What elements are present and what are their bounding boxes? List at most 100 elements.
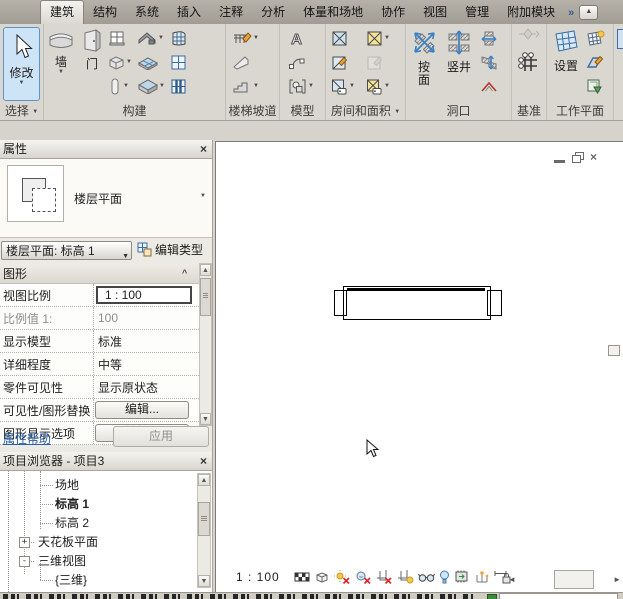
reveal-hidden-icon[interactable]: [439, 570, 450, 584]
type-selector[interactable]: 楼层平面 ▼: [0, 159, 212, 238]
curtain-grid-button[interactable]: [170, 52, 188, 72]
shadows-off-icon[interactable]: [355, 570, 372, 584]
ref-plane-button[interactable]: [586, 52, 605, 72]
expand-plus-icon[interactable]: +: [19, 537, 30, 548]
detail-level-value[interactable]: 中等: [94, 356, 199, 373]
ribbon-collapse-button[interactable]: ▲: [579, 5, 598, 20]
drawing-area[interactable]: × 1 : 100: [215, 141, 623, 592]
viewer-button[interactable]: [586, 76, 605, 96]
panel-label-model[interactable]: 模型: [280, 104, 325, 120]
tab-architecture[interactable]: 建筑: [40, 0, 84, 24]
model-group-button[interactable]: ▼: [288, 76, 314, 96]
model-line-button[interactable]: [288, 52, 314, 72]
mullion-button[interactable]: [170, 76, 188, 96]
browser-scrollbar-thumb[interactable]: [198, 502, 210, 536]
type-combo[interactable]: 楼层平面: 标高 1 ▼: [1, 241, 132, 260]
restore-icon[interactable]: [572, 152, 583, 162]
tree-item-3d[interactable]: {三维}: [55, 572, 87, 588]
tab-collaborate[interactable]: 协作: [372, 0, 414, 24]
h-scrollbar-thumb[interactable]: [554, 570, 594, 589]
properties-scrollbar[interactable]: ▲ ▼: [199, 263, 212, 426]
vertical-opening-button[interactable]: [480, 52, 498, 72]
roof-button[interactable]: ▼: [138, 28, 165, 48]
tree-item-level1[interactable]: 标高 1: [55, 496, 89, 512]
scroll-down-icon[interactable]: ▼: [200, 413, 211, 425]
properties-scrollbar-thumb[interactable]: [200, 278, 211, 316]
scroll-right-icon[interactable]: ►: [613, 575, 621, 584]
panel-label-select[interactable]: 选择 ▼: [0, 104, 43, 120]
detail-level-icon[interactable]: [314, 571, 330, 584]
opening-by-face-button[interactable]: 按面: [408, 26, 440, 87]
room-button[interactable]: [331, 28, 355, 48]
ceiling-button[interactable]: [138, 52, 165, 72]
scroll-left-icon[interactable]: ◄: [508, 575, 516, 584]
section-graphics[interactable]: 图形 ^: [0, 263, 199, 284]
editable-only-icon[interactable]: [487, 594, 497, 599]
browser-scroll-down-icon[interactable]: ▼: [198, 575, 210, 587]
tree-item-level2[interactable]: 标高 2: [55, 515, 89, 531]
display-model-value[interactable]: 标准: [94, 333, 199, 350]
properties-title-bar[interactable]: 属性 ×: [0, 140, 212, 159]
panel-label-opening[interactable]: 洞口: [406, 104, 511, 120]
minimize-icon[interactable]: [554, 152, 565, 163]
tab-structure[interactable]: 结构: [84, 0, 126, 24]
browser-close-icon[interactable]: ×: [200, 452, 207, 470]
tag-room-button[interactable]: ▼: [331, 76, 355, 96]
tab-massing-site[interactable]: 体量和场地: [294, 0, 372, 24]
temporary-hide-isolate-icon[interactable]: [418, 572, 435, 583]
browser-scrollbar[interactable]: ▲ ▼: [197, 473, 211, 588]
component-button[interactable]: ▼: [108, 52, 132, 72]
sun-path-off-icon[interactable]: [334, 570, 351, 584]
type-selector-dropdown-icon[interactable]: ▼: [200, 193, 206, 199]
room-separator-button[interactable]: [331, 52, 355, 72]
collapse-minus-icon[interactable]: -: [19, 556, 30, 567]
model-text-button[interactable]: A: [288, 28, 314, 48]
shaft-button[interactable]: 竖井: [442, 26, 476, 74]
window-button[interactable]: [108, 28, 132, 48]
tab-overflow-icon[interactable]: »: [568, 7, 574, 19]
type-combo-dropdown-icon[interactable]: ▼: [122, 248, 129, 260]
scale-icon[interactable]: [294, 571, 310, 583]
tab-insert[interactable]: 插入: [168, 0, 210, 24]
view-scale-input[interactable]: 1 : 100: [96, 286, 192, 304]
wall-opening-button[interactable]: [480, 28, 498, 48]
stair-button[interactable]: ▼: [232, 76, 259, 96]
modify-button[interactable]: 修改 ▼: [3, 27, 40, 101]
temporary-view-properties-icon[interactable]: [454, 570, 470, 584]
tree-item-ceiling-plans[interactable]: 天花板平面: [38, 534, 98, 550]
scroll-up-icon[interactable]: ▲: [200, 264, 211, 276]
properties-close-icon[interactable]: ×: [200, 140, 207, 158]
navigation-bar-fragment[interactable]: [608, 345, 620, 356]
wall-button[interactable]: 墙 ▼: [46, 26, 76, 75]
panel-label-circulation[interactable]: 楼梯坡道: [226, 104, 279, 120]
panel-label-workplane[interactable]: 工作平面: [547, 104, 613, 120]
apply-button[interactable]: 应用: [113, 426, 209, 447]
door-button[interactable]: 门: [78, 26, 106, 71]
floor-button[interactable]: ▼: [138, 76, 165, 96]
analytical-model-icon[interactable]: [474, 570, 490, 584]
edit-type-button[interactable]: 编辑类型: [137, 241, 203, 258]
wall-core-line[interactable]: [347, 288, 485, 291]
browser-title-bar[interactable]: 项目浏览器 - 项目3 ×: [0, 452, 212, 471]
show-crop-region-icon[interactable]: [397, 570, 414, 584]
panel-label-build[interactable]: 构建: [44, 104, 225, 120]
view-scale-button[interactable]: 1 : 100: [236, 570, 280, 584]
section-collapse-icon[interactable]: ^: [182, 268, 187, 278]
tab-analyze[interactable]: 分析: [252, 0, 294, 24]
railing-button[interactable]: ▼: [232, 28, 259, 48]
show-workplane-button[interactable]: [586, 28, 605, 48]
properties-help-link[interactable]: 属性帮助: [3, 430, 51, 447]
grid-button[interactable]: [517, 51, 541, 78]
vg-overrides-edit-button[interactable]: 编辑...: [95, 401, 189, 419]
column-button[interactable]: ▼: [108, 76, 132, 96]
close-icon[interactable]: ×: [590, 152, 601, 162]
panel-label-datum[interactable]: 基准: [512, 104, 546, 120]
panel-label-room-area[interactable]: 房间和面积 ▼: [326, 104, 405, 120]
area-button[interactable]: ▼: [366, 28, 390, 48]
parts-visibility-value[interactable]: 显示原状态: [94, 379, 199, 396]
wall-outline[interactable]: [343, 286, 491, 320]
tab-manage[interactable]: 管理: [456, 0, 498, 24]
tab-systems[interactable]: 系统: [126, 0, 168, 24]
browser-scroll-up-icon[interactable]: ▲: [198, 474, 210, 486]
dormer-button[interactable]: [480, 76, 498, 96]
